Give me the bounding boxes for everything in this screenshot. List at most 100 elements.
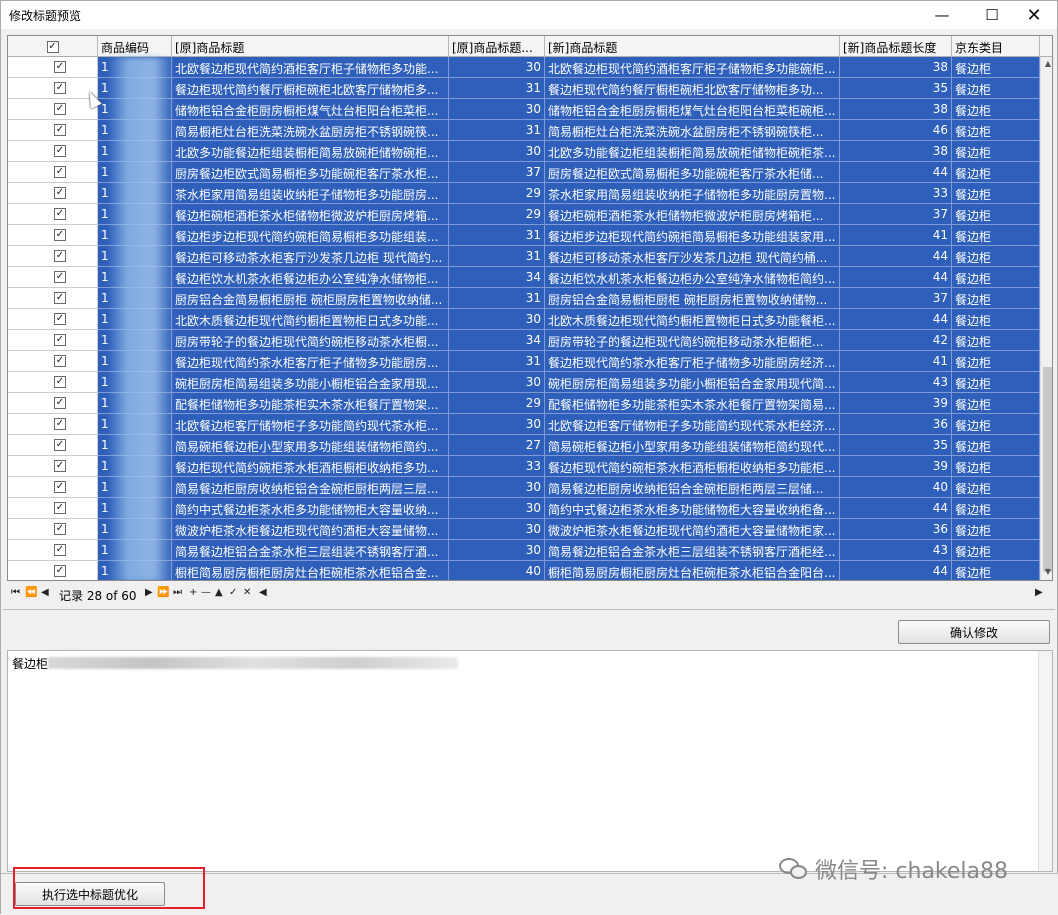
row-select-cell[interactable]: ✓ [8,141,98,162]
maximize-icon[interactable]: ☐ [971,1,1013,29]
row-checkbox[interactable]: ✓ [54,313,66,325]
cell-orig[interactable]: 厨房餐边柜欧式简易橱柜多功能碗柜客厅茶水柜... [172,162,449,183]
cell-orig[interactable]: 厨房铝合金简易橱柜厨柜 碗柜厨房柜置物收纳储... [172,288,449,309]
column-header[interactable]: [原]商品标题... [449,36,545,57]
cell-new[interactable]: 餐边柜现代简约碗柜茶水柜酒柜橱柜收纳柜多功能柜... [545,456,840,477]
post-record-icon[interactable]: ✓ [229,587,237,598]
row-checkbox[interactable]: ✓ [54,103,66,115]
row-checkbox[interactable]: ✓ [54,544,66,556]
row-select-cell[interactable]: ✓ [8,393,98,414]
cell-cat[interactable]: 餐边柜 [952,372,1040,393]
cell-orig-len[interactable]: 34 [449,330,545,351]
vertical-scrollbar[interactable]: ▲ ▼ [1040,57,1052,580]
row-select-cell[interactable]: ✓ [8,561,98,580]
cell-orig-len[interactable]: 29 [449,204,545,225]
cell-orig-len[interactable]: 31 [449,78,545,99]
cell-new-len[interactable]: 37 [840,288,952,309]
cell-orig-len[interactable]: 30 [449,540,545,561]
cell-cat[interactable]: 餐边柜 [952,330,1040,351]
row-select-cell[interactable]: ✓ [8,330,98,351]
cell-new[interactable]: 餐边柜步边柜现代简约碗柜简易橱柜多功能组装家用... [545,225,840,246]
cell-new-len[interactable]: 37 [840,204,952,225]
cell-orig-len[interactable]: 40 [449,561,545,580]
row-select-cell[interactable]: ✓ [8,183,98,204]
cell-new-len[interactable]: 35 [840,78,952,99]
cell-new-len[interactable]: 40 [840,477,952,498]
cell-orig[interactable]: 餐边柜现代简约餐厅橱柜碗柜北欧客厅储物柜多... [172,78,449,99]
cell-new-len[interactable]: 38 [840,99,952,120]
cell-new[interactable]: 餐边柜碗柜酒柜茶水柜储物柜微波炉柜厨房烤箱柜... [545,204,840,225]
row-checkbox[interactable]: ✓ [54,229,66,241]
cell-orig[interactable]: 简易碗柜餐边柜小型家用多功能组装储物柜简约... [172,435,449,456]
scroll-down-icon[interactable]: ▼ [1043,567,1052,576]
row-checkbox[interactable]: ✓ [54,565,66,577]
cell-cat[interactable]: 餐边柜 [952,288,1040,309]
scroll-up-icon[interactable]: ▲ [1043,59,1052,68]
row-select-cell[interactable]: ✓ [8,162,98,183]
cell-new[interactable]: 北欧餐边柜现代简约酒柜客厅柜子储物柜多功能碗柜... [545,57,840,78]
cell-cat[interactable]: 餐边柜 [952,435,1040,456]
cell-orig-len[interactable]: 30 [449,372,545,393]
column-header[interactable]: [原]商品标题 [172,36,449,57]
cell-cat[interactable]: 餐边柜 [952,498,1040,519]
cell-new[interactable]: 北欧多功能餐边柜组装橱柜简易放碗柜储物柜碗柜茶... [545,141,840,162]
cell-orig[interactable]: 茶水柜家用简易组装收纳柜子储物柜多功能厨房... [172,183,449,204]
cell-new[interactable]: 餐边柜现代简约茶水柜客厅柜子储物多功能厨房经济... [545,351,840,372]
row-select-cell[interactable]: ✓ [8,351,98,372]
row-select-cell[interactable]: ✓ [8,477,98,498]
confirm-edit-button[interactable]: 确认修改 [898,620,1050,644]
cell-new[interactable]: 餐边柜可移动茶水柜客厅沙发茶几边柜 现代简约桶... [545,246,840,267]
row-checkbox[interactable]: ✓ [54,439,66,451]
cell-cat[interactable]: 餐边柜 [952,561,1040,580]
cell-new[interactable]: 北欧餐边柜客厅储物柜子多功能简约现代茶水柜经济... [545,414,840,435]
cell-new[interactable]: 北欧木质餐边柜现代简约橱柜置物柜日式多功能餐柜... [545,309,840,330]
cell-cat[interactable]: 餐边柜 [952,414,1040,435]
cell-new[interactable]: 简易碗柜餐边柜小型家用多功能组装储物柜简约现代... [545,435,840,456]
cell-cat[interactable]: 餐边柜 [952,57,1040,78]
row-select-cell[interactable]: ✓ [8,414,98,435]
select-all-checkbox[interactable]: ✓ [46,40,59,53]
cell-new[interactable]: 茶水柜家用简易组装收纳柜子储物柜多功能厨房置物... [545,183,840,204]
row-checkbox[interactable]: ✓ [54,187,66,199]
cell-new[interactable]: 厨房餐边柜欧式简易橱柜多功能碗柜客厅茶水柜储... [545,162,840,183]
column-header[interactable]: 京东类目 [952,36,1040,57]
cell-orig[interactable]: 餐边柜现代简约茶水柜客厅柜子储物多功能厨房... [172,351,449,372]
cell-orig-len[interactable]: 30 [449,141,545,162]
row-checkbox[interactable]: ✓ [54,124,66,136]
cell-orig[interactable]: 餐边柜可移动茶水柜客厅沙发茶几边柜 现代简约... [172,246,449,267]
cell-orig-len[interactable]: 31 [449,120,545,141]
cell-orig[interactable]: 北欧餐边柜客厅储物柜子多功能简约现代茶水柜... [172,414,449,435]
cell-new-len[interactable]: 36 [840,414,952,435]
cell-cat[interactable]: 餐边柜 [952,225,1040,246]
select-all-header[interactable]: ✓ [8,36,98,57]
cell-cat[interactable]: 餐边柜 [952,78,1040,99]
cell-new-len[interactable]: 38 [840,57,952,78]
cell-new[interactable]: 餐边柜现代简约餐厅橱柜碗柜北欧客厅储物柜多功... [545,78,840,99]
row-checkbox[interactable]: ✓ [54,355,66,367]
row-select-cell[interactable]: ✓ [8,57,98,78]
cell-orig-len[interactable]: 29 [449,393,545,414]
close-icon[interactable]: ✕ [1013,1,1055,29]
cell-new-len[interactable]: 35 [840,435,952,456]
cell-orig-len[interactable]: 37 [449,162,545,183]
row-checkbox[interactable]: ✓ [54,418,66,430]
row-checkbox[interactable]: ✓ [54,82,66,94]
cell-new-len[interactable]: 39 [840,393,952,414]
cell-orig[interactable]: 微波炉柜茶水柜餐边柜现代简约酒柜大容量储物... [172,519,449,540]
cell-new-len[interactable]: 44 [840,246,952,267]
row-checkbox[interactable]: ✓ [54,145,66,157]
cell-orig[interactable]: 简约中式餐边柜茶水柜多功能储物柜大容量收纳... [172,498,449,519]
cell-orig-len[interactable]: 30 [449,414,545,435]
row-checkbox[interactable]: ✓ [54,271,66,283]
row-select-cell[interactable]: ✓ [8,372,98,393]
add-record-icon[interactable]: + [189,587,197,598]
row-checkbox[interactable]: ✓ [54,61,66,73]
cell-cat[interactable]: 餐边柜 [952,519,1040,540]
cell-new[interactable]: 碗柜厨房柜简易组装多功能小橱柜铝合金家用现代简... [545,372,840,393]
edit-record-icon[interactable]: ▲ [215,587,223,598]
cell-orig-len[interactable]: 31 [449,225,545,246]
cell-new[interactable]: 简易餐边柜铝合金茶水柜三层组装不锈钢客厅酒柜经... [545,540,840,561]
product-grid[interactable]: ✓ 商品编码 [原]商品标题 [原]商品标题... [新]商品标题 [新]商品标题长度 京东… [7,35,1053,581]
cell-orig[interactable]: 橱柜简易厨房橱柜厨房灶台柜碗柜茶水柜铝合金... [172,561,449,580]
title-editor[interactable]: 餐边柜 [7,650,1053,872]
